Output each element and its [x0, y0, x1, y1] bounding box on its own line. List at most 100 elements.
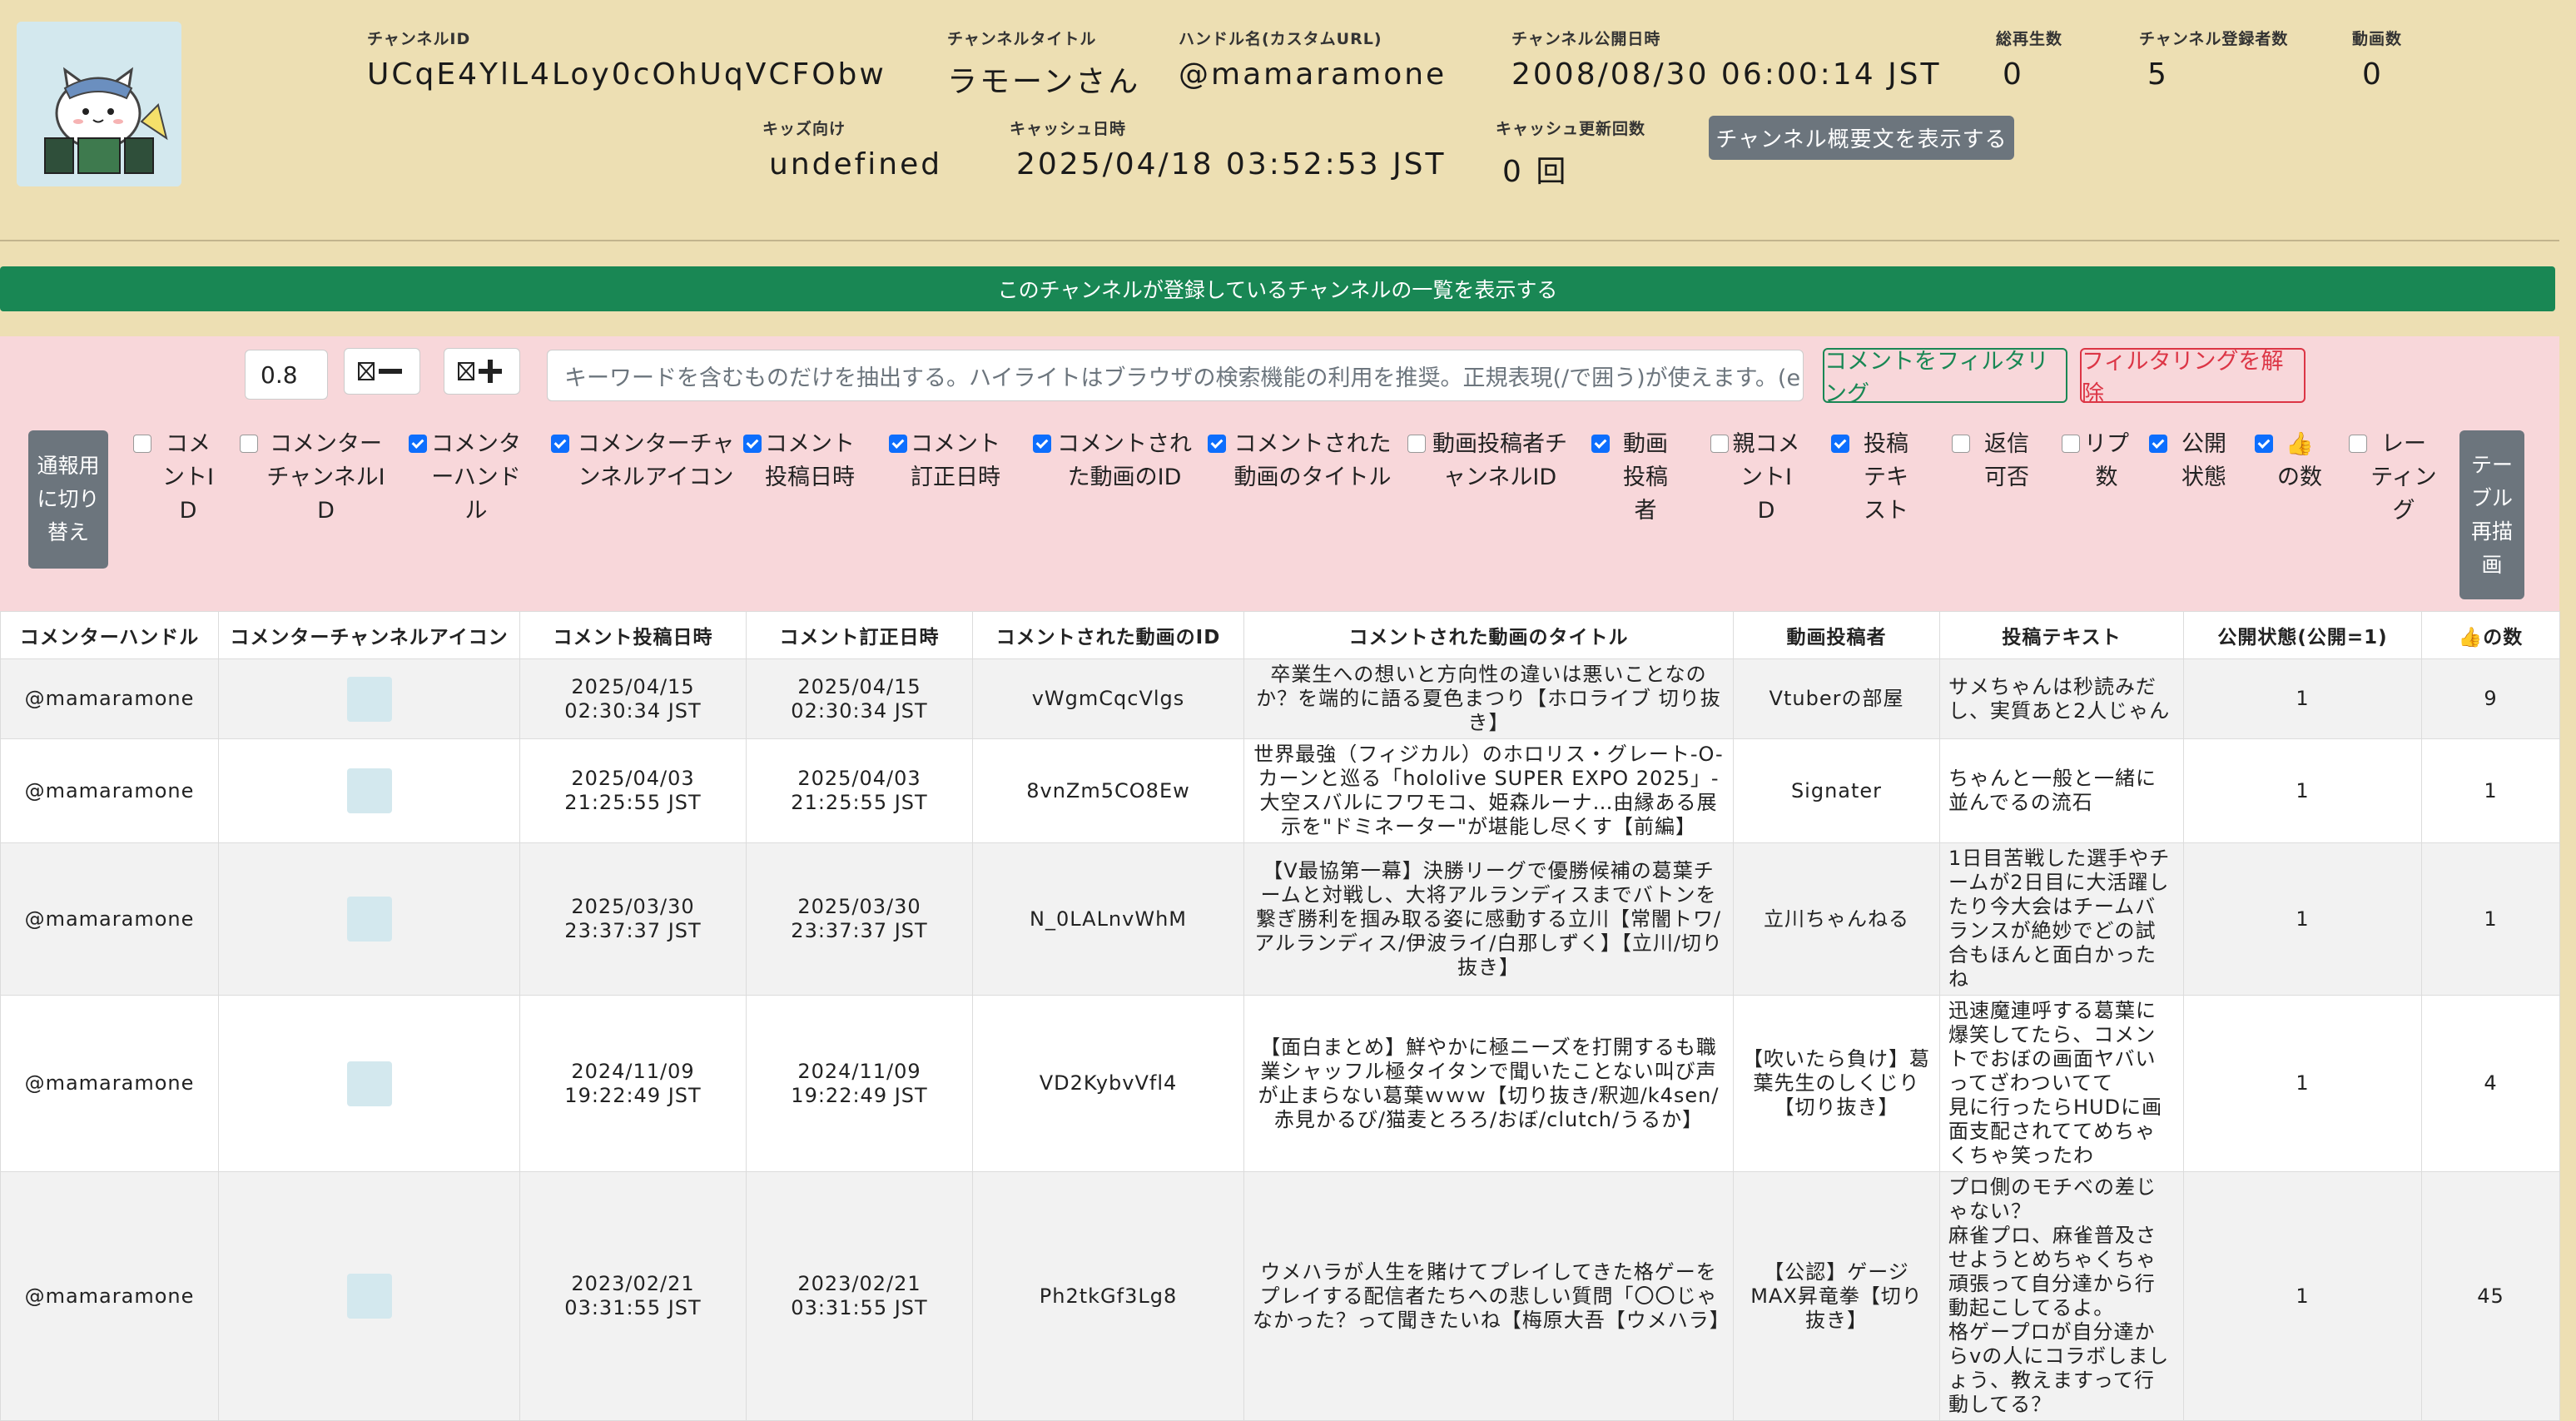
channel-title-value: ラモーンさん — [947, 65, 1141, 99]
total-views-value: 0 — [2003, 57, 2024, 92]
video-id-cell[interactable]: vWgmCqcVlgs — [972, 658, 1244, 739]
column-toggle-label[interactable]: コメント投稿日時 — [765, 428, 855, 494]
video-title-cell[interactable]: 【V最協第一幕】決勝リーグで優勝候補の葛葉チームと対戦し、大将アルランディスまで… — [1243, 842, 1734, 996]
public-state-cell: 1 — [2183, 842, 2422, 996]
video-id-cell[interactable]: 8vnZm5CO8Ew — [972, 738, 1244, 843]
column-toggle-label[interactable]: 動画投稿者チャンネルID — [1429, 428, 1571, 494]
column-header[interactable]: 👍の数 — [2421, 611, 2560, 659]
cache-date-label: キャッシュ日時 — [1010, 120, 1127, 138]
zoom-minus-icon — [358, 362, 402, 380]
commenter-icon-cell — [218, 995, 520, 1172]
column-toggle-checkbox[interactable] — [2349, 435, 2367, 453]
column-toggle-label[interactable]: 親コメントID — [1732, 428, 1800, 528]
column-toggle-checkbox[interactable] — [551, 435, 569, 453]
column-toggle-label[interactable]: コメンターチャンネルID — [261, 428, 390, 528]
commenter-avatar-icon[interactable] — [346, 676, 392, 722]
column-toggle-label[interactable]: 返信可否 — [1973, 428, 2040, 494]
column-toggle-checkbox[interactable] — [1208, 435, 1226, 453]
total-views-label: 総再生数 — [1996, 30, 2063, 48]
column-toggle-label[interactable]: コメントされた動画のタイトル — [1229, 428, 1396, 494]
cache-date-block: キャッシュ日時 2025/04/18 03:52:53 JST — [1010, 117, 1447, 181]
commenter-handle-cell[interactable]: @mamaramone — [0, 995, 219, 1172]
zoom-input[interactable]: 0.8 — [245, 350, 328, 400]
commenter-handle-cell[interactable]: @mamaramone — [0, 738, 219, 843]
column-toggle-checkbox[interactable] — [1591, 435, 1610, 453]
channel-id-value: UCqE4YlL4Loy0cOhUqVCFObw — [367, 57, 886, 92]
column-toggle-checkbox[interactable] — [133, 435, 151, 453]
commenter-avatar-icon[interactable] — [346, 897, 392, 942]
uploader-cell[interactable]: 【吹いたら負け】葛葉先生のしくじり【切り抜き】 — [1733, 995, 1940, 1172]
column-toggle-label[interactable]: 👍の数 — [2276, 428, 2323, 494]
column-toggle-label[interactable]: コメンターハンドル — [430, 428, 522, 528]
video-title-cell[interactable]: 【面白まとめ】鮮やかに極ニーズを打開するも職業シャッフル極タイタンで聞いたことな… — [1243, 995, 1734, 1172]
cache-count-label: キャッシュ更新回数 — [1496, 120, 1646, 138]
column-toggle-checkbox[interactable] — [743, 435, 762, 453]
zoom-plus-icon — [458, 360, 502, 383]
column-toggle-label[interactable]: コメンターチャンネルアイコン — [573, 428, 739, 494]
clear-filter-button[interactable]: フィルタリングを解除 — [2080, 348, 2305, 407]
column-toggle-label[interactable]: 動画投稿者 — [1613, 428, 1678, 528]
column-header[interactable]: 投稿テキスト — [1939, 611, 2184, 659]
column-toggle-checkbox[interactable] — [1952, 435, 1970, 453]
column-header[interactable]: 動画投稿者 — [1733, 611, 1940, 659]
commenter-handle-cell[interactable]: @mamaramone — [0, 1171, 219, 1421]
column-toggle-checkbox[interactable] — [1831, 435, 1849, 453]
video-id-cell[interactable]: VD2KybvVfl4 — [972, 995, 1244, 1172]
column-header[interactable]: コメント訂正日時 — [746, 611, 973, 659]
filter-comments-button[interactable]: コメントをフィルタリング — [1823, 348, 2067, 407]
cache-date-value: 2025/04/18 03:52:53 JST — [1016, 147, 1447, 181]
video-id-cell[interactable]: Ph2tkGf3Lg8 — [972, 1171, 1244, 1421]
column-toggle-checkbox[interactable] — [2255, 435, 2273, 453]
uploader-cell[interactable]: Signater — [1733, 738, 1940, 843]
column-header[interactable]: コメントされた動画のID — [972, 611, 1244, 659]
column-toggle-checkbox[interactable] — [889, 435, 907, 453]
comment-text-cell: ちゃんと一般と一緒に並んでるの流石 — [1939, 738, 2184, 843]
zoom-out-button[interactable] — [344, 348, 420, 395]
zoom-in-button[interactable] — [444, 348, 520, 395]
commenter-handle-cell[interactable]: @mamaramone — [0, 842, 219, 996]
column-toggle-label[interactable]: リプ数 — [2083, 428, 2130, 494]
commenter-avatar-icon[interactable] — [346, 1061, 392, 1106]
uploader-cell[interactable]: Vtuberの部屋 — [1733, 658, 1940, 739]
column-toggle-checkbox[interactable] — [1033, 435, 1051, 453]
redraw-table-button[interactable]: テーブル再描画 — [2459, 430, 2524, 599]
show-description-button[interactable]: チャンネル概要文を表示する — [1709, 116, 2014, 160]
commenter-icon-cell — [218, 1171, 520, 1421]
column-toggle-checkbox[interactable] — [1710, 435, 1729, 453]
video-title-cell[interactable]: 世界最強（フィジカル）のホロリス・グレート-O-カーンと巡る「hololive … — [1243, 738, 1734, 843]
column-header[interactable]: コメンターチャンネルアイコン — [218, 611, 520, 659]
published-block: チャンネル公開日時 2008/08/30 06:00:14 JST — [1511, 27, 1942, 92]
column-toggle-checkbox[interactable] — [2149, 435, 2167, 453]
uploader-cell[interactable]: 【公認】ゲージMAX昇竜拳【切り抜き】 — [1733, 1171, 1940, 1421]
column-toggle-checkbox[interactable] — [2062, 435, 2080, 453]
commenter-handle-cell[interactable]: @mamaramone — [0, 658, 219, 739]
column-toggle-checkbox[interactable] — [1407, 435, 1426, 453]
commenter-avatar-icon[interactable] — [346, 768, 392, 813]
report-mode-button[interactable]: 通報用に切り替え — [28, 430, 108, 569]
edited-date-cell: 2024/11/09 19:22:49 JST — [746, 995, 973, 1172]
column-toggle-label[interactable]: レーティング — [2370, 428, 2437, 528]
column-toggle-checkbox[interactable] — [240, 435, 258, 453]
posted-date-cell: 2024/11/09 19:22:49 JST — [519, 995, 747, 1172]
video-title-cell[interactable]: 卒業生への想いと方向性の違いは悪いことなのか？を端的に語る夏色まつり【ホロライブ… — [1243, 658, 1734, 739]
column-toggle-label[interactable]: 公開状態 — [2171, 428, 2237, 494]
video-count-label: 動画数 — [2352, 30, 2403, 48]
video-id-cell[interactable]: N_0LALnvWhM — [972, 842, 1244, 996]
column-header[interactable]: コメントされた動画のタイトル — [1243, 611, 1734, 659]
column-toggle-checkbox[interactable] — [409, 435, 427, 453]
column-toggle-label[interactable]: コメントされた動画のID — [1055, 428, 1194, 494]
video-title-cell[interactable]: ウメハラが人生を賭けてプレイしてきた格ゲーをプレイする配信者たちへの悲しい質問「… — [1243, 1171, 1734, 1421]
posted-date-cell: 2023/02/21 03:31:55 JST — [519, 1171, 747, 1421]
column-toggle-label[interactable]: コメント訂正日時 — [911, 428, 1000, 494]
uploader-cell[interactable]: 立川ちゃんねる — [1733, 842, 1940, 996]
commenter-avatar-icon[interactable] — [346, 1274, 392, 1319]
keyword-filter-input[interactable]: キーワードを含むものだけを抽出する。ハイライトはブラウザの検索機能の利用を推奨。… — [547, 350, 1804, 401]
edited-date-cell: 2025/03/30 23:37:37 JST — [746, 842, 973, 996]
column-toggle-label[interactable]: 投稿テキスト — [1853, 428, 1919, 528]
column-header[interactable]: コメンターハンドル — [0, 611, 219, 659]
show-subscriptions-button[interactable]: このチャンネルが登録しているチャンネルの一覧を表示する — [0, 266, 2555, 311]
video-count-block: 動画数 0 — [2352, 27, 2402, 92]
column-toggle-label[interactable]: コメントID — [155, 428, 221, 528]
column-header[interactable]: コメント投稿日時 — [519, 611, 747, 659]
column-header[interactable]: 公開状態(公開=1) — [2183, 611, 2422, 659]
